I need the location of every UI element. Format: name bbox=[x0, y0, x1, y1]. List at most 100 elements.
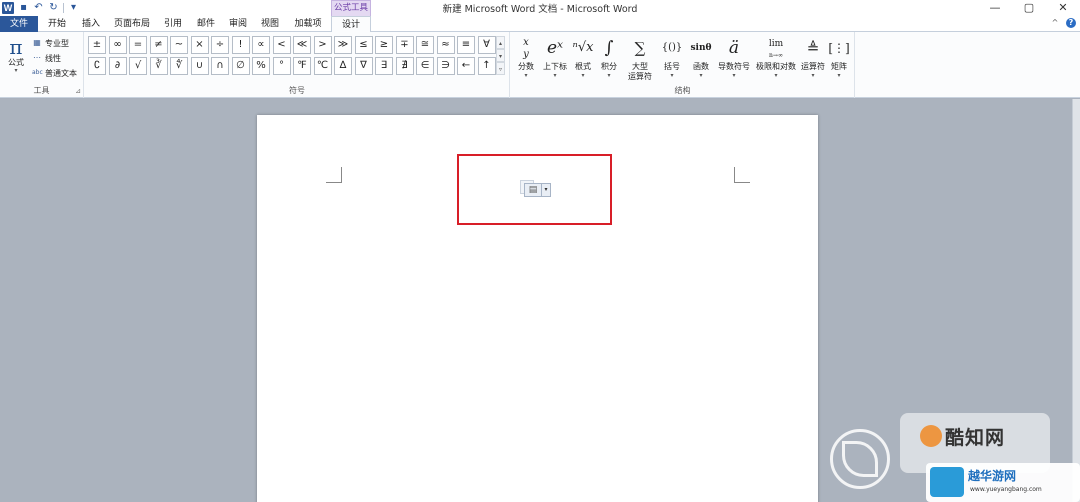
tab-review[interactable]: 审阅 bbox=[222, 16, 254, 32]
symbol-button[interactable]: ∩ bbox=[211, 57, 229, 75]
professional-option[interactable]: ▦ 专业型 bbox=[32, 37, 69, 49]
bracket-label: 括号 bbox=[664, 62, 680, 71]
dialog-launcher-icon[interactable]: ⊿ bbox=[75, 87, 81, 95]
watermark: 酷知网 越华游网 www.yueyangbang.com bbox=[820, 405, 1080, 502]
integral-button[interactable]: ∫ 积分 ▾ bbox=[597, 34, 621, 79]
tab-references[interactable]: 引用 bbox=[157, 16, 189, 32]
minimize-button[interactable]: — bbox=[978, 0, 1012, 16]
symbol-button[interactable]: ≈ bbox=[436, 36, 455, 54]
equation-button[interactable]: π 公式 ▾ bbox=[6, 36, 26, 74]
symbol-button[interactable]: ℉ bbox=[293, 57, 311, 75]
symbol-button[interactable]: ∞ bbox=[108, 36, 127, 54]
symbol-button[interactable]: ≡ bbox=[457, 36, 475, 54]
symbol-button[interactable]: ° bbox=[272, 57, 291, 75]
operator-button[interactable]: ≜ 运算符 ▾ bbox=[800, 34, 826, 79]
radical-button[interactable]: ⁿ√x 根式 ▾ bbox=[571, 34, 595, 79]
accent-label: 导数符号 bbox=[718, 62, 750, 71]
tab-insert[interactable]: 插入 bbox=[74, 16, 108, 32]
symbol-button[interactable]: ∃ bbox=[375, 57, 393, 75]
symbol-button[interactable]: ≠ bbox=[149, 36, 168, 54]
symbol-button[interactable]: ∜ bbox=[170, 57, 188, 75]
symbol-button[interactable]: ℃ bbox=[313, 57, 332, 75]
tab-addins[interactable]: 加载项 bbox=[287, 16, 329, 32]
symbol-button[interactable]: < bbox=[272, 36, 291, 54]
minimize-ribbon-icon[interactable]: ^ bbox=[1050, 18, 1060, 28]
help-icon[interactable]: ? bbox=[1066, 18, 1076, 28]
symbol-button[interactable]: ∝ bbox=[252, 36, 270, 54]
symbol-button[interactable]: ∋ bbox=[436, 57, 455, 75]
chevron-down-icon: ▾ bbox=[581, 72, 585, 79]
symbol-button[interactable]: × bbox=[190, 36, 209, 54]
symbol-button[interactable]: ∂ bbox=[108, 57, 127, 75]
radical-label: 根式 bbox=[575, 62, 591, 71]
symbol-button[interactable]: √ bbox=[129, 57, 147, 75]
matrix-button[interactable]: [⋮] 矩阵 ▾ bbox=[828, 34, 850, 79]
close-button[interactable]: ✕ bbox=[1046, 0, 1080, 16]
script-button[interactable]: eˣ 上下标 ▾ bbox=[540, 34, 570, 79]
symbol-button[interactable]: ∄ bbox=[395, 57, 414, 75]
symbol-button[interactable]: ≫ bbox=[334, 36, 352, 54]
symbol-button[interactable]: ∀ bbox=[477, 36, 496, 54]
integral-label: 积分 bbox=[601, 62, 617, 71]
tab-page-layout[interactable]: 页面布局 bbox=[108, 16, 156, 32]
linear-option[interactable]: ⋯ 线性 bbox=[32, 52, 61, 64]
symbol-button[interactable]: ∆ bbox=[334, 57, 352, 75]
chevron-down-icon: ▾ bbox=[670, 72, 674, 79]
bracket-button[interactable]: {()} 括号 ▾ bbox=[660, 34, 684, 79]
watermark-text-1: 酷知网 bbox=[945, 427, 1006, 449]
document-page[interactable]: ▤ ▾ bbox=[257, 115, 818, 502]
symbol-button[interactable]: ~ bbox=[170, 36, 188, 54]
accent-button[interactable]: ä 导数符号 ▾ bbox=[716, 34, 752, 79]
symbol-button[interactable]: ← bbox=[457, 57, 475, 75]
symbol-button[interactable]: ∅ bbox=[231, 57, 250, 75]
symbol-button[interactable]: ! bbox=[231, 36, 250, 54]
window-controls: — ▢ ✕ bbox=[978, 0, 1080, 16]
symbol-button[interactable]: ≅ bbox=[416, 36, 434, 54]
symbol-button[interactable]: ∛ bbox=[149, 57, 168, 75]
linear-icon: ⋯ bbox=[33, 53, 41, 62]
restore-button[interactable]: ▢ bbox=[1012, 0, 1046, 16]
symbol-button[interactable]: = bbox=[129, 36, 147, 54]
fraction-button[interactable]: xy 分数 ▾ bbox=[514, 34, 538, 79]
symbol-button[interactable]: ≥ bbox=[375, 36, 393, 54]
professional-icon: ▦ bbox=[33, 38, 41, 47]
symbol-gallery-scroll: ▴ ▾ ▿ bbox=[496, 36, 505, 76]
limit-icon: lim n→∞ bbox=[768, 39, 784, 59]
symbol-button[interactable]: % bbox=[252, 57, 270, 75]
function-button[interactable]: sinθ 函数 ▾ bbox=[688, 34, 714, 79]
symbol-button[interactable]: ∪ bbox=[190, 57, 209, 75]
large-operator-label: 大型 bbox=[632, 62, 648, 71]
group-tools: π 公式 ▾ ▦ 专业型 ⋯ 线性 abc 普通文本 工具 ⊿ bbox=[0, 32, 84, 98]
tab-file[interactable]: 文件 bbox=[0, 16, 38, 32]
symbol-button[interactable]: ∁ bbox=[88, 57, 106, 75]
symbol-button[interactable]: ∈ bbox=[416, 57, 434, 75]
tab-view[interactable]: 视图 bbox=[254, 16, 286, 32]
chevron-down-icon: ▾ bbox=[811, 72, 815, 79]
bracket-icon: {()} bbox=[661, 42, 683, 53]
chevron-down-icon: ▾ bbox=[524, 72, 528, 79]
gallery-more-icon[interactable]: ▿ bbox=[496, 62, 505, 75]
large-operator-button[interactable]: ∑ 大型 运算符 bbox=[623, 34, 657, 82]
group-label-tools: 工具 bbox=[33, 86, 50, 95]
symbol-button[interactable]: ∇ bbox=[354, 57, 373, 75]
chevron-down-icon: ▾ bbox=[774, 72, 778, 79]
symbol-button[interactable]: ≪ bbox=[293, 36, 311, 54]
limit-log-button[interactable]: lim n→∞ 极限和对数 ▾ bbox=[754, 34, 798, 79]
gallery-down-icon[interactable]: ▾ bbox=[496, 49, 505, 62]
equation-tools-header: 公式工具 bbox=[331, 0, 371, 16]
tab-home[interactable]: 开始 bbox=[40, 16, 74, 32]
symbol-button[interactable]: ≤ bbox=[354, 36, 373, 54]
symbol-button[interactable]: ↑ bbox=[477, 57, 496, 75]
gallery-up-icon[interactable]: ▴ bbox=[496, 36, 505, 49]
symbol-button[interactable]: ÷ bbox=[211, 36, 229, 54]
integral-icon: ∫ bbox=[604, 38, 614, 58]
symbol-button[interactable]: ± bbox=[88, 36, 106, 54]
normal-text-option[interactable]: abc 普通文本 bbox=[32, 67, 77, 79]
tab-mailings[interactable]: 邮件 bbox=[190, 16, 222, 32]
accent-icon: ä bbox=[728, 38, 740, 58]
symbol-button[interactable]: > bbox=[313, 36, 332, 54]
tab-design[interactable]: 设计 bbox=[331, 16, 371, 33]
normal-text-icon: abc bbox=[32, 69, 43, 76]
symbol-button[interactable]: ∓ bbox=[395, 36, 414, 54]
symbol-gallery: ± ∞ = ≠ ~ × ÷! ∝ < ≪ > ≫ ≤ ≥ ∓ ≅ ≈ ≡ ∀ ∁ ∂ √ ∛ ∜ ∪ ∩ ∅% ° ℉ ℃ ∆ ∇ ∃ ∄ ∈ ∋ ←… bbox=[88, 36, 498, 78]
